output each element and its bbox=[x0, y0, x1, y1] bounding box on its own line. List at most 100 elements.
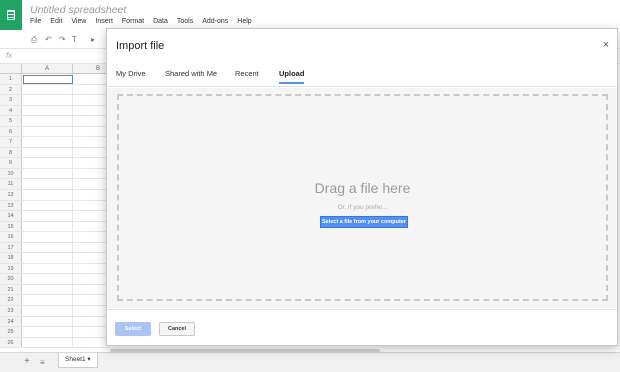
spreadsheet-grid[interactable]: A B 1 2 3 4 5 6 7 8 9 10 11 12 13 14 15 16 17 18 19 20 21 22 2… bbox=[0, 64, 110, 348]
grid-cell[interactable] bbox=[22, 306, 73, 316]
grid-cell[interactable] bbox=[73, 327, 110, 337]
row-number[interactable]: 3 bbox=[0, 95, 22, 105]
row-number[interactable]: 8 bbox=[0, 147, 22, 158]
grid-cell[interactable] bbox=[73, 253, 110, 263]
row-number[interactable]: 14 bbox=[0, 211, 22, 221]
cancel-button[interactable]: Cancel bbox=[159, 322, 195, 336]
grid-cell[interactable] bbox=[22, 137, 73, 147]
grid-cell[interactable] bbox=[22, 179, 73, 190]
row-number[interactable]: 16 bbox=[0, 232, 22, 242]
grid-cell[interactable] bbox=[73, 106, 110, 116]
selected-cell[interactable] bbox=[23, 75, 73, 84]
grid-cell[interactable] bbox=[22, 295, 73, 306]
row-number[interactable]: 11 bbox=[0, 179, 22, 190]
grid-cell[interactable] bbox=[73, 317, 110, 327]
row-number[interactable]: 6 bbox=[0, 126, 22, 137]
menu-edit[interactable]: Edit bbox=[50, 18, 62, 25]
sheet-list-icon[interactable]: ≡ bbox=[40, 358, 45, 367]
grid-cell[interactable] bbox=[73, 338, 110, 348]
grid-cell[interactable] bbox=[22, 316, 73, 327]
menu-file[interactable]: File bbox=[30, 18, 41, 25]
row-number[interactable]: 10 bbox=[0, 168, 22, 179]
grid-cell[interactable] bbox=[73, 116, 110, 126]
menu-view[interactable]: View bbox=[71, 18, 86, 25]
grid-cell[interactable] bbox=[73, 158, 110, 168]
grid-cell[interactable] bbox=[73, 222, 110, 232]
grid-corner[interactable] bbox=[0, 64, 22, 74]
grid-cell[interactable] bbox=[22, 105, 73, 116]
grid-cell[interactable] bbox=[22, 327, 73, 337]
grid-cell[interactable] bbox=[73, 190, 110, 200]
grid-cell[interactable] bbox=[73, 285, 110, 295]
grid-cell[interactable] bbox=[22, 168, 73, 179]
grid-cell[interactable] bbox=[73, 211, 110, 221]
paint-format-icon[interactable]: T bbox=[72, 35, 77, 45]
row-number[interactable]: 12 bbox=[0, 190, 22, 200]
row-number[interactable]: 7 bbox=[0, 137, 22, 147]
menu-addons[interactable]: Add-ons bbox=[202, 18, 228, 25]
grid-cell[interactable] bbox=[22, 95, 73, 105]
row-number[interactable]: 17 bbox=[0, 242, 22, 253]
grid-cell[interactable] bbox=[73, 264, 110, 274]
row-number[interactable]: 23 bbox=[0, 306, 22, 316]
sheet-tab[interactable]: Sheet1 ▾ bbox=[58, 353, 98, 368]
grid-cell[interactable] bbox=[22, 147, 73, 158]
add-sheet-icon[interactable]: + bbox=[24, 356, 30, 367]
column-header-a[interactable]: A bbox=[22, 64, 73, 74]
select-file-button[interactable]: Select a file from your computer bbox=[320, 216, 408, 228]
grid-cell[interactable] bbox=[73, 127, 110, 137]
grid-cell[interactable] bbox=[73, 148, 110, 158]
menu-data[interactable]: Data bbox=[153, 18, 168, 25]
undo-icon[interactable]: ↶ bbox=[45, 35, 52, 45]
row-number[interactable]: 13 bbox=[0, 200, 22, 211]
row-number[interactable]: 1 bbox=[0, 74, 22, 84]
menu-format[interactable]: Format bbox=[122, 18, 144, 25]
doc-title[interactable]: Untitled spreadsheet bbox=[30, 4, 126, 16]
grid-cell[interactable] bbox=[22, 84, 73, 95]
grid-cell[interactable] bbox=[22, 158, 73, 168]
grid-cell[interactable] bbox=[22, 200, 73, 211]
grid-cell[interactable] bbox=[73, 74, 110, 84]
grid-cell[interactable] bbox=[22, 232, 73, 242]
row-number[interactable]: 25 bbox=[0, 327, 22, 337]
grid-cell[interactable] bbox=[22, 116, 73, 126]
grid-cell[interactable] bbox=[73, 274, 110, 284]
grid-cell[interactable] bbox=[22, 284, 73, 295]
grid-cell[interactable] bbox=[22, 190, 73, 200]
grid-cell[interactable] bbox=[22, 211, 73, 221]
row-number[interactable]: 21 bbox=[0, 284, 22, 295]
grid-cell[interactable] bbox=[73, 295, 110, 305]
grid-cell[interactable] bbox=[73, 201, 110, 211]
menu-tools[interactable]: Tools bbox=[177, 18, 193, 25]
row-number[interactable]: 5 bbox=[0, 116, 22, 126]
tab-shared-with-me[interactable]: Shared with Me bbox=[165, 69, 217, 82]
row-number[interactable]: 9 bbox=[0, 158, 22, 168]
grid-cell[interactable] bbox=[22, 242, 73, 253]
more-tools-icon[interactable]: ▸ bbox=[91, 35, 95, 45]
row-number[interactable]: 2 bbox=[0, 84, 22, 95]
grid-cell[interactable] bbox=[22, 126, 73, 137]
grid-cell[interactable] bbox=[73, 169, 110, 179]
select-button[interactable]: Select bbox=[115, 322, 151, 336]
grid-cell[interactable] bbox=[22, 337, 73, 348]
grid-cell[interactable] bbox=[73, 232, 110, 242]
column-header-b[interactable]: B bbox=[73, 64, 110, 74]
row-number[interactable]: 22 bbox=[0, 295, 22, 306]
grid-cell[interactable] bbox=[22, 263, 73, 274]
close-icon[interactable]: × bbox=[603, 39, 609, 51]
row-number[interactable]: 18 bbox=[0, 253, 22, 263]
menu-help[interactable]: Help bbox=[237, 18, 251, 25]
grid-cell[interactable] bbox=[22, 221, 73, 232]
drop-zone[interactable]: Drag a file here Or, if you prefer... Se… bbox=[117, 94, 608, 301]
sheets-logo-icon[interactable] bbox=[0, 0, 22, 30]
grid-cell[interactable] bbox=[73, 95, 110, 105]
grid-cell[interactable] bbox=[73, 243, 110, 253]
grid-cell[interactable] bbox=[22, 274, 73, 284]
grid-cell[interactable] bbox=[22, 253, 73, 263]
grid-cell[interactable] bbox=[73, 137, 110, 147]
tab-my-drive[interactable]: My Drive bbox=[116, 69, 146, 82]
tab-upload[interactable]: Upload bbox=[279, 69, 305, 84]
redo-icon[interactable]: ↷ bbox=[59, 35, 66, 45]
grid-cell[interactable] bbox=[73, 306, 110, 316]
grid-cell[interactable] bbox=[73, 179, 110, 189]
